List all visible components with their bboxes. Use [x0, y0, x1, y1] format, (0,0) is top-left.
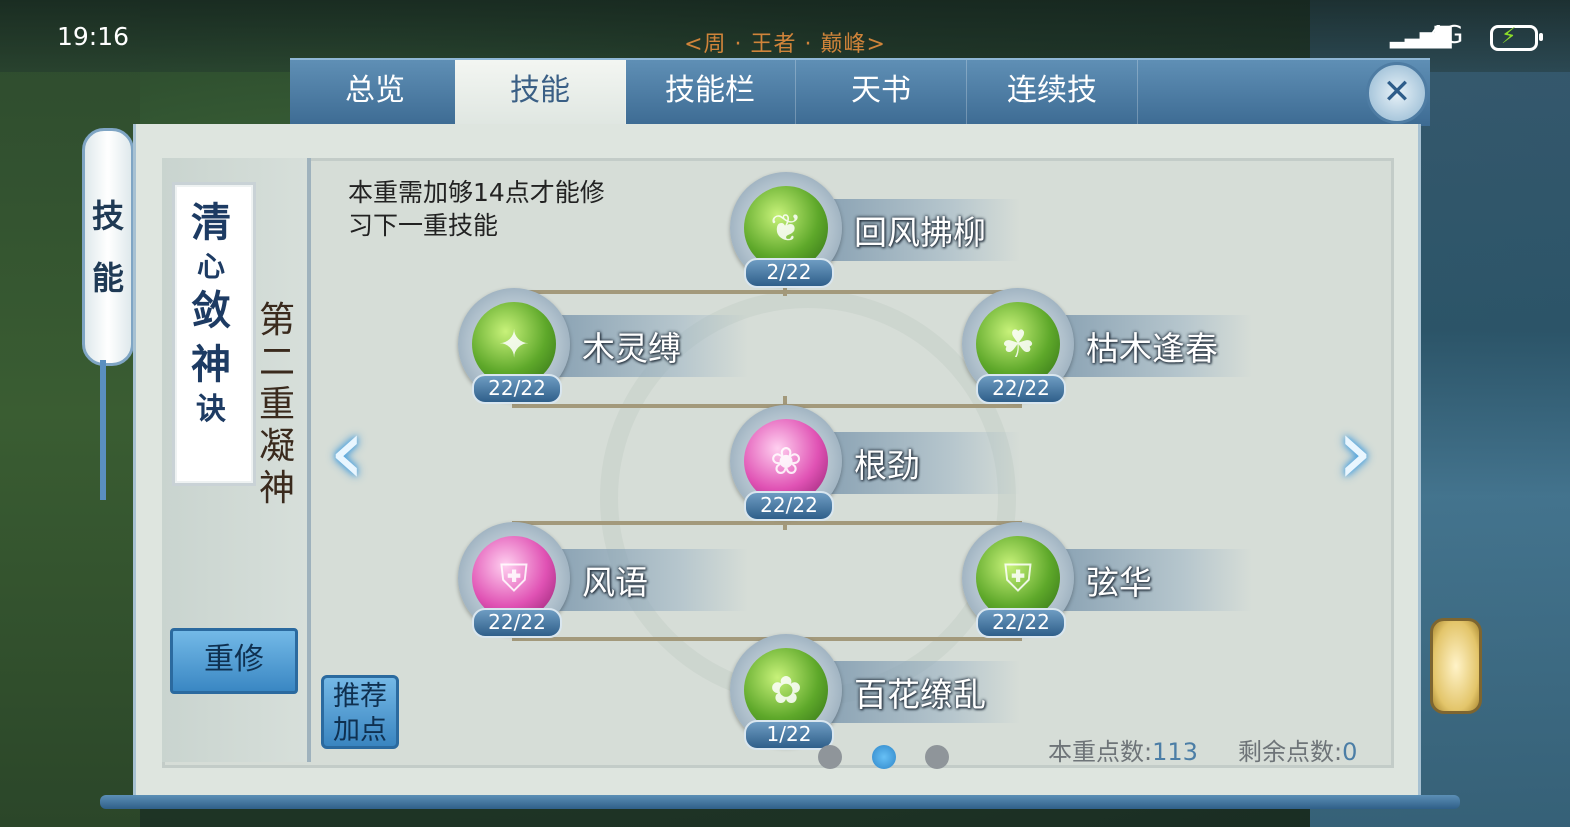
tier-char: 重 — [258, 384, 295, 425]
page-dot[interactable] — [925, 745, 949, 769]
tier-points-label: 本重点数: — [1048, 738, 1153, 766]
skill-name: 枯木逢春 — [1086, 329, 1218, 368]
skill-level: 22/22 — [472, 608, 562, 638]
skill-level: 22/22 — [472, 374, 562, 404]
remaining-points: 剩余点数:0 — [1238, 732, 1357, 767]
tab-skills[interactable]: 技能 — [455, 60, 626, 126]
lantern-decoration — [1430, 618, 1482, 714]
school-name: 清 心 敛 神 诀 — [178, 196, 244, 428]
school-name-char: 敛 — [191, 287, 231, 334]
remaining-points-value: 0 — [1342, 738, 1358, 766]
side-label-char: 能 — [91, 259, 124, 297]
connector-line — [512, 521, 1022, 525]
skill-level: 22/22 — [744, 491, 834, 521]
page-dot[interactable] — [818, 745, 842, 769]
network-type: 4G — [1428, 20, 1464, 49]
school-name-char: 诀 — [196, 392, 226, 427]
skill-name: 风语 — [582, 563, 648, 602]
player-title: <周 · 王者 · 巅峰> — [684, 32, 886, 57]
battery-charging-icon: ⚡ — [1490, 24, 1543, 51]
remaining-points-label: 剩余点数: — [1238, 738, 1343, 766]
tier-char: 第 — [258, 300, 295, 341]
tab-heaven-book[interactable]: 天书 — [796, 60, 967, 126]
skill-name: 回风拂柳 — [854, 213, 986, 252]
tassel-decoration — [100, 360, 106, 500]
requirement-text: 本重需加够14点才能修习下一重技能 — [348, 178, 605, 240]
side-scroll-label: 技 能 — [82, 128, 134, 366]
skill-level: 2/22 — [744, 258, 834, 288]
skill-level: 1/22 — [744, 720, 834, 750]
next-page-arrow-icon[interactable]: › — [1328, 402, 1382, 502]
tab-bar: 总览 技能 技能栏 天书 连续技 — [290, 58, 1430, 126]
tier-char: 神 — [258, 468, 295, 509]
reset-button[interactable]: 重修 — [170, 628, 298, 694]
recommend-label-line1: 推荐 — [333, 681, 387, 712]
side-label-char: 技 — [91, 197, 124, 235]
tier-label: 第 二 重 凝 神 — [257, 300, 297, 510]
page-dot-active[interactable] — [872, 745, 896, 769]
tier-char: 二 — [258, 342, 295, 383]
skill-name: 根劲 — [854, 446, 920, 485]
tier-char: 凝 — [258, 426, 295, 467]
skill-name: 百花缭乱 — [854, 675, 986, 714]
tab-combo[interactable]: 连续技 — [967, 60, 1138, 126]
close-icon[interactable]: ✕ — [1366, 62, 1428, 124]
tier-points-value: 113 — [1152, 738, 1198, 766]
skill-name: 木灵缚 — [582, 329, 681, 368]
background-forest — [0, 0, 140, 827]
recommend-label-line2: 加点 — [333, 715, 387, 746]
panel-bottom-rod — [100, 795, 1460, 809]
tab-overview[interactable]: 总览 — [290, 60, 461, 126]
connector-line — [512, 290, 1022, 294]
school-name-char: 清 — [191, 199, 231, 246]
skill-level: 22/22 — [976, 374, 1066, 404]
prev-page-arrow-icon[interactable]: ‹ — [320, 402, 374, 502]
skill-name: 弦华 — [1086, 563, 1152, 602]
school-name-char: 神 — [191, 341, 231, 388]
tier-points: 本重点数:113 — [1048, 732, 1198, 767]
tab-skill-bar[interactable]: 技能栏 — [625, 60, 796, 126]
recommend-points-button[interactable]: 推荐 加点 — [321, 675, 399, 749]
school-name-char: 心 — [196, 250, 225, 283]
skill-level: 22/22 — [976, 608, 1066, 638]
